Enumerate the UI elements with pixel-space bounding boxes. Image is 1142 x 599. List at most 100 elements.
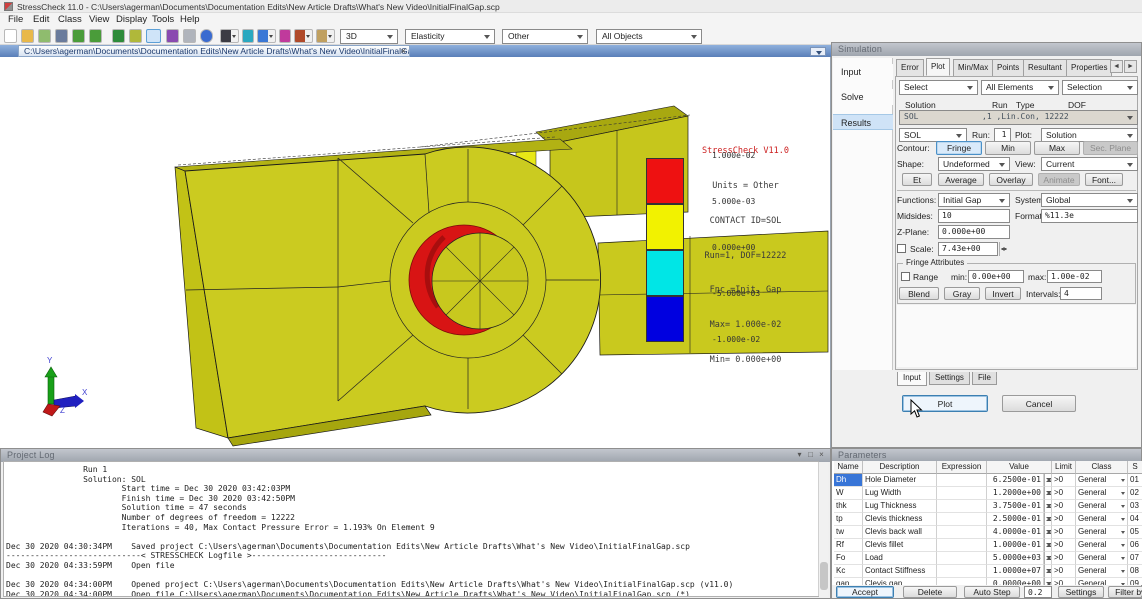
settings-gear-icon[interactable] <box>200 29 213 43</box>
save-icon[interactable] <box>55 29 68 43</box>
blend-button[interactable]: Blend <box>899 287 939 300</box>
param-name-cell[interactable]: Kc <box>834 565 863 578</box>
col-desc[interactable]: Description <box>863 461 937 474</box>
sec-plane-button[interactable]: Sec. Plane <box>1083 141 1138 155</box>
tab-error[interactable]: Error <box>896 59 924 76</box>
export-results-icon[interactable] <box>89 29 102 43</box>
param-class-cell[interactable]: General <box>1076 578 1128 585</box>
param-name-cell[interactable]: gap <box>834 578 863 585</box>
units-combo[interactable]: Other <box>502 29 588 44</box>
loads-menu-icon[interactable] <box>294 29 313 43</box>
param-limit-cell[interactable]: >0 <box>1052 578 1076 585</box>
filter-by-class-button[interactable]: Filter by Class <box>1108 586 1142 598</box>
param-limit-cell[interactable]: >0 <box>1052 552 1076 565</box>
param-expr-cell[interactable] <box>937 539 987 552</box>
param-desc-cell[interactable]: Clevis thickness <box>863 513 937 526</box>
param-name-cell[interactable]: thk <box>834 500 863 513</box>
param-value-cell[interactable]: 1.0000e-01 <box>987 539 1044 552</box>
accept-button[interactable]: Accept <box>836 586 894 598</box>
notes-icon[interactable] <box>166 29 179 43</box>
bottom-tab-file[interactable]: File <box>972 372 997 385</box>
invert-button[interactable]: Invert <box>985 287 1021 300</box>
param-desc-cell[interactable]: Clevis gap <box>863 578 937 585</box>
plot-type-combo[interactable]: Solution <box>1041 128 1138 142</box>
average-button[interactable]: Average <box>938 173 984 186</box>
delete-button[interactable]: Delete <box>903 586 957 598</box>
param-value-cell[interactable]: 2.5000e-01 <box>987 513 1044 526</box>
param-expr-cell[interactable] <box>937 578 987 585</box>
param-name-cell[interactable]: tw <box>834 526 863 539</box>
points-tool-icon[interactable] <box>279 29 291 43</box>
param-expr-cell[interactable] <box>937 552 987 565</box>
midsides-input[interactable]: 10 <box>938 209 1010 223</box>
view-combo[interactable]: Current <box>1041 157 1138 171</box>
col-s[interactable]: S <box>1128 461 1142 474</box>
param-value-spinner[interactable] <box>1044 474 1052 487</box>
tab-plot[interactable]: Plot <box>926 58 950 76</box>
import-icon[interactable] <box>38 29 51 43</box>
param-value-cell[interactable]: 1.2000e+00 <box>987 487 1044 500</box>
export-model-icon[interactable] <box>72 29 85 43</box>
font-button[interactable]: Font... <box>1085 173 1123 186</box>
max-button[interactable]: Max <box>1034 141 1080 155</box>
tab-points[interactable]: Points <box>992 59 1024 76</box>
attachments-icon[interactable] <box>183 29 196 43</box>
param-value-cell[interactable]: 5.0000e+03 <box>987 552 1044 565</box>
col-value[interactable]: Value <box>987 461 1052 474</box>
functions-combo[interactable]: Initial Gap <box>938 193 1010 207</box>
model-book-icon[interactable] <box>112 29 125 43</box>
auto-step-button[interactable]: Auto Step <box>964 586 1020 598</box>
section-tool-icon[interactable] <box>242 29 254 43</box>
param-desc-cell[interactable]: Contact Stiffness <box>863 565 937 578</box>
log-scrollbar-thumb[interactable] <box>820 562 828 590</box>
log-scrollbar[interactable] <box>818 462 828 596</box>
param-value-spinner[interactable] <box>1044 513 1052 526</box>
results-book-icon[interactable] <box>129 29 142 43</box>
tab-properties[interactable]: Properties <box>1066 59 1112 76</box>
param-name-cell[interactable]: tp <box>834 513 863 526</box>
snapshot-menu-icon[interactable] <box>316 29 335 43</box>
shape-combo[interactable]: Undeformed <box>938 157 1010 171</box>
sim-nav-results[interactable]: Results <box>833 114 893 130</box>
sim-nav-solve[interactable]: Solve <box>833 89 893 105</box>
new-file-icon[interactable] <box>4 29 17 43</box>
scale-spinner[interactable] <box>999 242 1008 256</box>
select-mode-combo[interactable]: Select <box>899 80 978 95</box>
log-close-icon[interactable]: × <box>817 450 826 459</box>
mesh-menu-icon[interactable] <box>220 29 239 43</box>
param-limit-cell[interactable]: >0 <box>1052 526 1076 539</box>
display-toggle-icon[interactable] <box>146 29 161 43</box>
objects-combo[interactable]: All Objects <box>596 29 702 44</box>
open-project-icon[interactable] <box>21 29 34 43</box>
param-value-spinner[interactable] <box>1044 539 1052 552</box>
param-limit-cell[interactable]: >0 <box>1052 474 1076 487</box>
extrude-menu-icon[interactable] <box>257 29 276 43</box>
param-desc-cell[interactable]: Clevis fillet <box>863 539 937 552</box>
log-restore-icon[interactable]: □ <box>806 450 815 459</box>
bottom-tab-settings[interactable]: Settings <box>929 372 970 385</box>
col-expr[interactable]: Expression <box>937 461 987 474</box>
param-value-spinner[interactable] <box>1044 487 1052 500</box>
scale-input[interactable]: 7.43e+00 <box>938 242 998 256</box>
param-limit-cell[interactable]: >0 <box>1052 513 1076 526</box>
param-name-cell[interactable]: Dh <box>834 474 863 487</box>
overlay-button[interactable]: Overlay <box>989 173 1033 186</box>
format-input[interactable]: %11.3e <box>1041 209 1138 223</box>
tab-scroll-right-icon[interactable]: ► <box>1124 60 1137 73</box>
param-class-cell[interactable]: General <box>1076 552 1128 565</box>
param-limit-cell[interactable]: >0 <box>1052 500 1076 513</box>
param-class-cell[interactable]: General <box>1076 565 1128 578</box>
model-viewport[interactable]: StressCheck V11.0 Units = Other CONTACT … <box>0 57 831 448</box>
scale-checkbox[interactable] <box>897 244 906 253</box>
gray-button[interactable]: Gray <box>944 287 980 300</box>
param-desc-cell[interactable]: Lug Width <box>863 487 937 500</box>
param-expr-cell[interactable] <box>937 500 987 513</box>
param-class-cell[interactable]: General <box>1076 474 1128 487</box>
col-class[interactable]: Class <box>1076 461 1128 474</box>
param-value-spinner[interactable] <box>1044 578 1052 585</box>
param-value-cell[interactable]: 1.0000e+07 <box>987 565 1044 578</box>
discipline-combo[interactable]: Elasticity <box>405 29 495 44</box>
range-checkbox[interactable] <box>901 272 910 281</box>
log-menu-icon[interactable]: ▾ <box>795 450 804 459</box>
param-desc-cell[interactable]: Clevis back wall <box>863 526 937 539</box>
